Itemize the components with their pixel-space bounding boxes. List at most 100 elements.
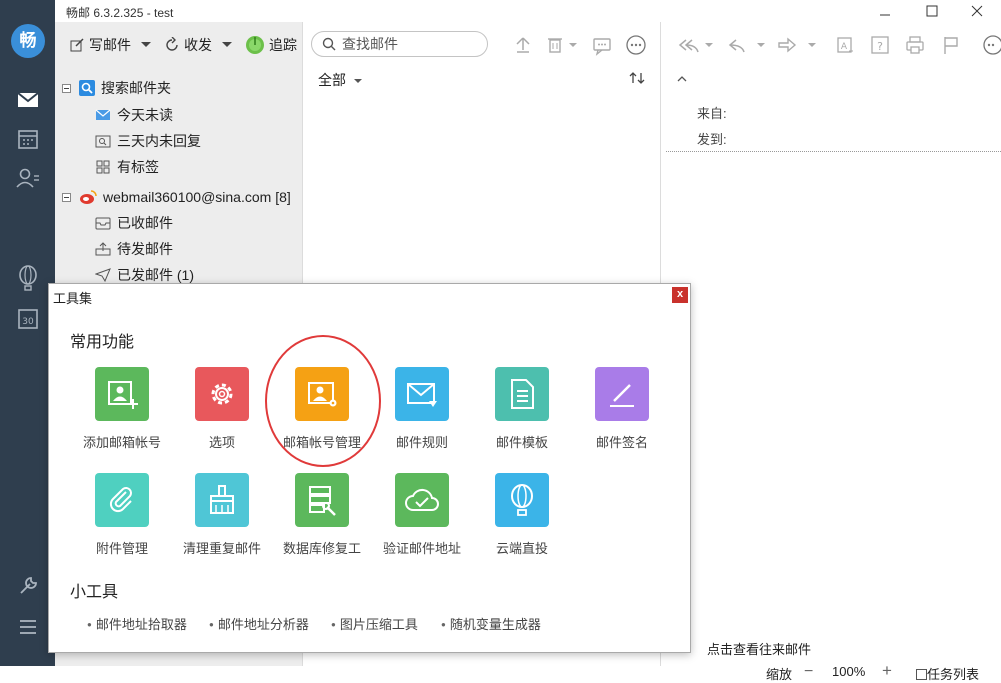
tool-mail-rule[interactable]: 邮件规则	[372, 367, 472, 451]
wrench-icon[interactable]	[14, 572, 42, 600]
contacts-icon[interactable]	[14, 164, 42, 192]
mini-tool-random-generator[interactable]: 随机变量生成器	[441, 614, 541, 633]
menu-icon[interactable]	[14, 613, 42, 641]
send-icon	[95, 268, 111, 282]
signature-icon	[595, 367, 649, 421]
tool-options[interactable]: 选项	[172, 367, 272, 451]
chevron-down-icon[interactable]	[703, 34, 715, 56]
tool-database-repair[interactable]: 数据库修复工	[272, 473, 372, 557]
folder-label: 已收邮件	[117, 215, 173, 231]
mail-icon[interactable]	[14, 86, 42, 114]
calendar-30-icon[interactable]: 30	[14, 305, 42, 333]
more-icon[interactable]	[982, 34, 1001, 56]
refresh-icon	[166, 37, 178, 51]
paperclip-icon	[95, 473, 149, 527]
reply-icon[interactable]	[726, 34, 748, 56]
more-icon[interactable]	[625, 34, 647, 56]
tool-cloud-delivery[interactable]: 云端直投	[472, 473, 572, 557]
inbox-icon	[95, 217, 111, 230]
mail-rule-icon	[395, 367, 449, 421]
folder-label: 有标签	[117, 159, 159, 175]
folder-label: 已发邮件 (1)	[117, 267, 194, 283]
calendar-icon[interactable]	[14, 125, 42, 153]
common-section-title: 常用功能	[70, 334, 135, 351]
toolset-dialog: 工具集 x 常用功能 添加邮箱帐号 选项 邮箱帐号管理 邮件规则 邮件模板 邮件…	[48, 283, 691, 653]
tool-verify-address[interactable]: 验证邮件地址	[372, 473, 472, 557]
print-icon[interactable]	[904, 34, 926, 56]
chevron-down-icon[interactable]	[139, 40, 153, 50]
folder-label: 今天未读	[117, 107, 173, 123]
tool-add-account[interactable]: 添加邮箱帐号	[72, 367, 172, 451]
folder-no-reply[interactable]: 三天内未回复	[95, 130, 201, 152]
weibo-icon	[80, 190, 97, 204]
mini-tool-address-analyzer[interactable]: 邮件地址分析器	[209, 614, 309, 633]
collapse-icon[interactable]	[62, 192, 71, 202]
task-list-label: 任务列表	[927, 667, 980, 682]
folder-label: 待发邮件	[117, 241, 173, 257]
task-list-toggle[interactable]: 任务列表	[916, 664, 979, 683]
balloon-icon	[495, 473, 549, 527]
app-rail: 畅 30	[0, 0, 55, 666]
zoom-value: 100%	[832, 664, 866, 679]
tool-clean-duplicates[interactable]: 清理重复邮件	[172, 473, 272, 557]
compose-label: 写邮件	[89, 37, 131, 53]
search-box[interactable]	[311, 31, 488, 57]
header-divider	[666, 151, 1001, 152]
tool-label: 邮件签名	[595, 435, 648, 450]
sort-icon[interactable]	[629, 70, 645, 89]
search-folder-root[interactable]: 搜索邮件夹	[62, 77, 171, 99]
forward-icon[interactable]	[776, 34, 798, 56]
zoom-in-icon[interactable]: +	[882, 661, 892, 681]
search-icon	[322, 37, 336, 51]
view-history-link[interactable]: 点击查看往来邮件	[707, 639, 811, 658]
collapse-header-icon[interactable]	[676, 72, 688, 87]
svg-text:30: 30	[22, 317, 34, 327]
tool-label: 验证邮件地址	[382, 541, 461, 556]
title-bar: 畅邮 6.3.2.325 - test	[55, 0, 1001, 22]
mini-tool-address-picker[interactable]: 邮件地址拾取器	[87, 614, 187, 633]
tool-label: 附件管理	[95, 541, 148, 556]
mini-tool-image-compress[interactable]: 图片压缩工具	[331, 614, 418, 633]
collapse-icon[interactable]	[62, 83, 71, 93]
folder-inbox[interactable]: 已收邮件	[95, 212, 173, 234]
chevron-down-icon[interactable]	[755, 34, 767, 56]
folder-label: 三天内未回复	[117, 133, 201, 149]
svg-text:?: ?	[877, 40, 883, 53]
track-button[interactable]: 追踪	[245, 34, 297, 56]
receive-button[interactable]: 收发	[164, 34, 238, 56]
minimize-icon[interactable]	[865, 2, 905, 22]
close-icon[interactable]	[957, 2, 997, 22]
folder-tagged[interactable]: 有标签	[95, 156, 159, 178]
tool-label: 邮件模板	[495, 435, 548, 450]
filter-dropdown[interactable]: 全部	[318, 70, 363, 90]
help-icon[interactable]: ?	[869, 34, 891, 56]
translate-icon[interactable]: A	[834, 34, 856, 56]
tool-label: 选项	[208, 435, 235, 450]
folder-outbox[interactable]: 待发邮件	[95, 238, 173, 260]
tool-account-manage[interactable]: 邮箱帐号管理	[272, 367, 372, 451]
chevron-down-icon[interactable]	[220, 40, 234, 50]
tool-signature[interactable]: 邮件签名	[572, 367, 672, 451]
chevron-down-icon[interactable]	[566, 34, 580, 56]
balloon-icon[interactable]	[14, 264, 42, 292]
tool-template[interactable]: 邮件模板	[472, 367, 572, 451]
task-list-checkbox[interactable]	[916, 669, 927, 680]
account-root[interactable]: webmail360100@sina.com [8]	[62, 186, 291, 208]
search-input[interactable]	[342, 36, 462, 52]
database-repair-icon	[295, 473, 349, 527]
delete-icon[interactable]	[544, 34, 566, 56]
receive-label: 收发	[184, 37, 212, 53]
move-up-icon[interactable]	[512, 34, 534, 56]
reply-all-icon[interactable]	[674, 34, 699, 56]
flag-icon[interactable]	[940, 34, 962, 56]
tool-attachments[interactable]: 附件管理	[72, 473, 172, 557]
mail-icon	[95, 109, 111, 120]
folder-today-unread[interactable]: 今天未读	[95, 104, 173, 126]
pencil-icon	[70, 38, 84, 52]
track-icon	[246, 36, 264, 54]
chevron-down-icon[interactable]	[806, 34, 818, 56]
dialog-close-button[interactable]: x	[672, 287, 688, 303]
compose-button[interactable]: 写邮件	[69, 34, 157, 56]
comment-icon[interactable]	[591, 34, 613, 56]
maximize-icon[interactable]	[912, 2, 952, 22]
